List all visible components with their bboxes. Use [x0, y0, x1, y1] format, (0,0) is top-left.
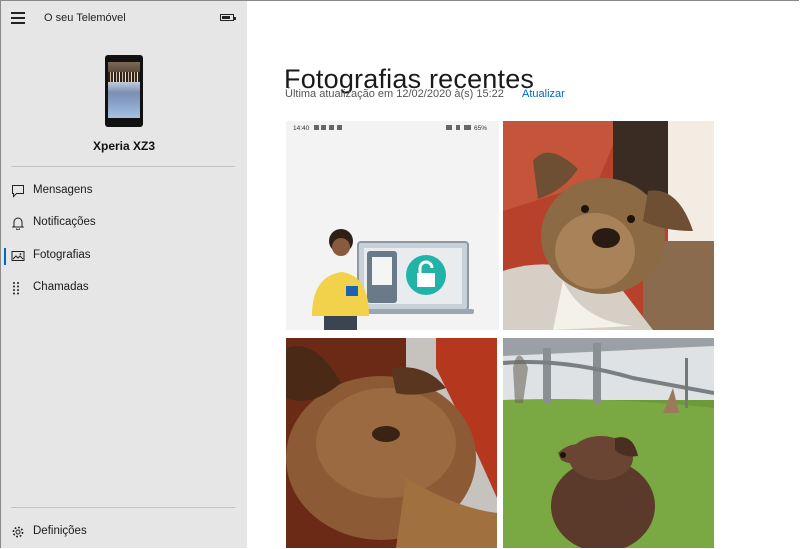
phone-image: [105, 55, 143, 127]
bell-icon: [11, 217, 25, 230]
photo-thumbnail[interactable]: 14:40 65%: [286, 121, 499, 330]
sidebar-item-chamadas[interactable]: Chamadas: [1, 273, 247, 303]
app-title: O seu Telemóvel: [44, 12, 126, 24]
refresh-link[interactable]: Atualizar: [522, 88, 565, 100]
divider: [11, 507, 235, 508]
photos-icon: [11, 251, 25, 261]
dog-park-photo: [503, 338, 714, 548]
sidebar-item-notificacoes[interactable]: Notificações: [1, 208, 247, 238]
title-bar: O seu Telemóvel: [1, 1, 247, 35]
sidebar-item-label: Chamadas: [33, 281, 89, 293]
sidebar-item-label: Mensagens: [33, 184, 93, 196]
status-time: 14:40: [293, 125, 310, 132]
sidebar-item-label: Fotografias: [33, 249, 91, 261]
photo-thumbnail[interactable]: [503, 121, 714, 330]
hamburger-menu-icon[interactable]: [11, 12, 25, 24]
screenshot-illustration: 14:40 65%: [293, 125, 487, 330]
battery-icon: [220, 14, 236, 21]
sidebar-item-label: Definições: [33, 525, 87, 537]
message-icon: [12, 185, 24, 198]
sidebar-item-fotografias[interactable]: Fotografias: [1, 241, 247, 271]
gear-icon: [12, 526, 24, 538]
status-battery: 65%: [474, 125, 487, 132]
sidebar-item-mensagens[interactable]: Mensagens: [1, 176, 247, 206]
photo-thumbnail[interactable]: [286, 338, 497, 548]
dog-closeup-photo: [286, 338, 497, 548]
photo-thumbnail[interactable]: [503, 338, 714, 548]
dog-photo: [503, 121, 714, 330]
sidebar-item-definicoes[interactable]: Definições: [1, 517, 247, 547]
sidebar-item-label: Notificações: [33, 216, 96, 228]
divider: [11, 166, 235, 167]
dialpad-icon: [13, 282, 19, 295]
device-name: Xperia XZ3: [92, 139, 156, 153]
sidebar: O seu Telemóvel Xperia XZ3 Mensagens Not…: [1, 1, 247, 548]
last-updated-text: Última atualização em 12/02/2020 à(s) 15…: [285, 88, 504, 100]
